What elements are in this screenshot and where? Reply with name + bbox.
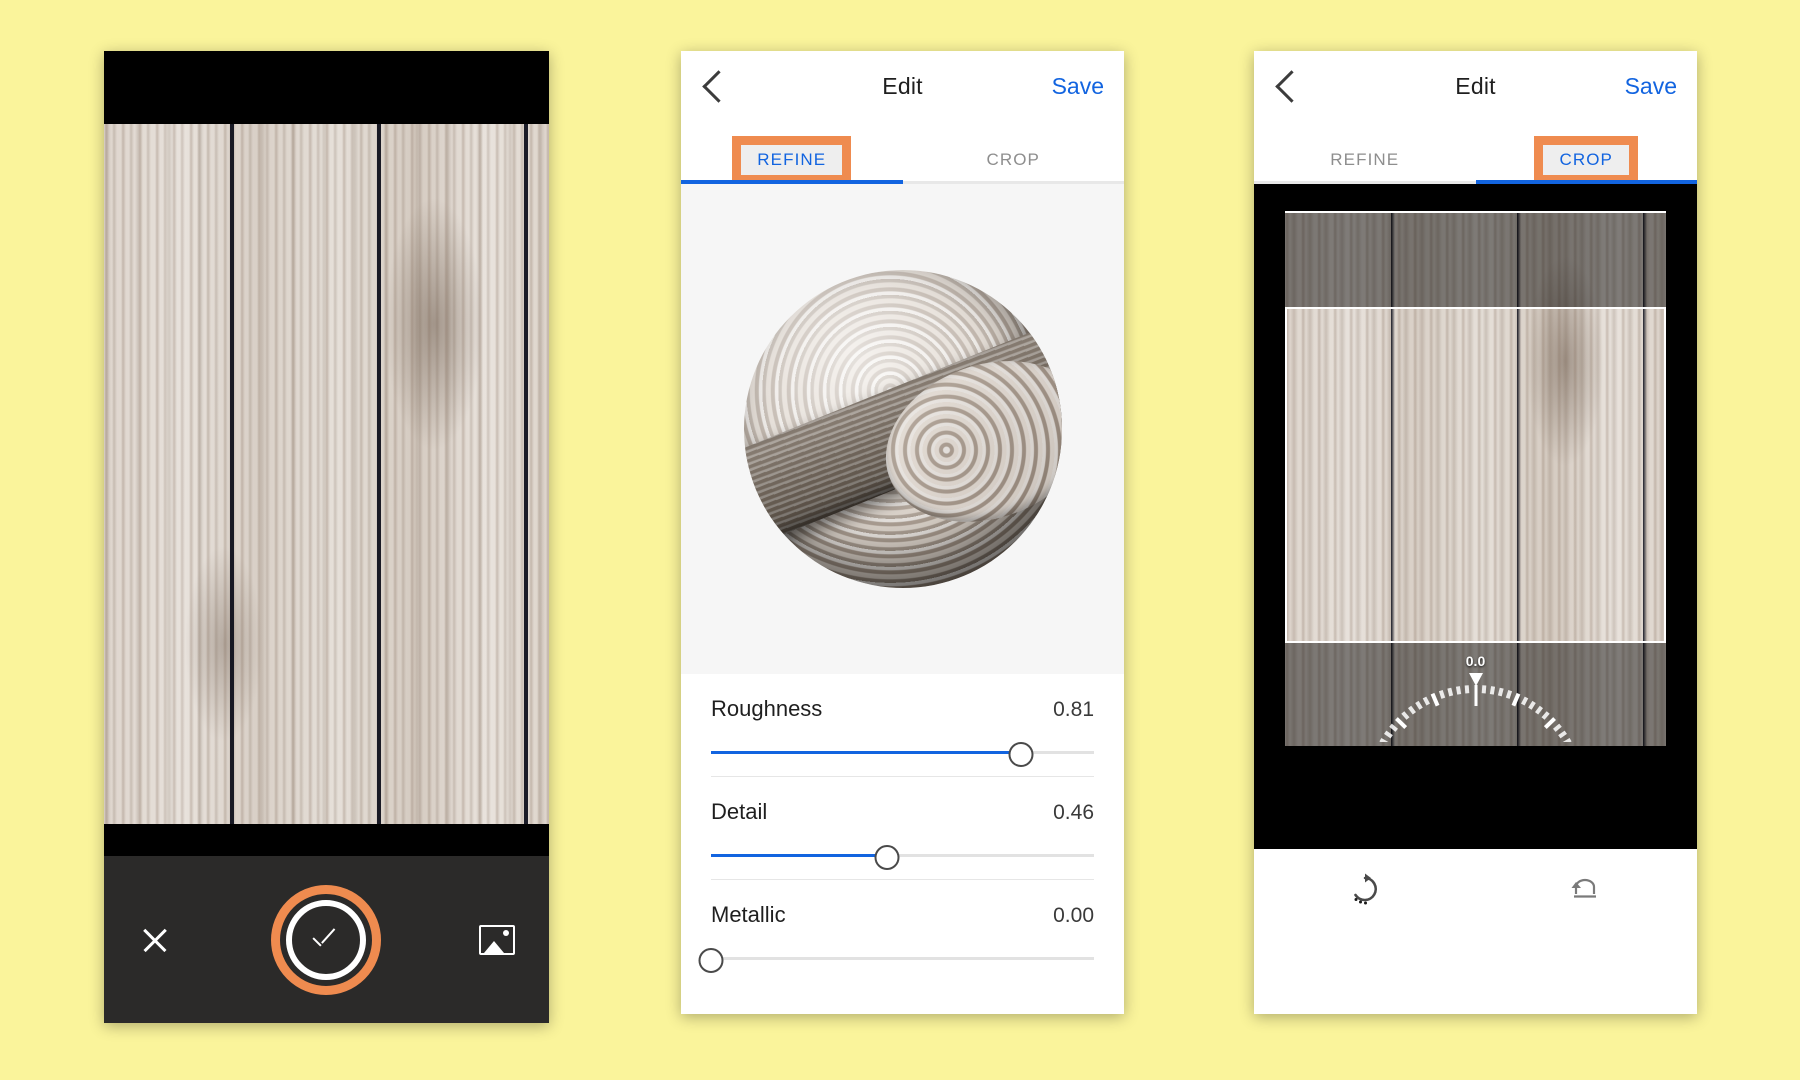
- shutter-inner-ring: [285, 899, 366, 980]
- crop-selection-frame[interactable]: [1285, 307, 1666, 643]
- camera-letterbox-bottom: [104, 824, 549, 856]
- tab-refine[interactable]: REFINE: [1254, 136, 1476, 184]
- tab-refine-label: REFINE: [732, 136, 852, 184]
- tabbar-crop: REFINE CROP: [1254, 136, 1697, 184]
- camera-letterbox-top: [104, 51, 549, 124]
- refine-sliders: Roughness 0.81 Detail 0.46 Metallic 0.00: [681, 674, 1124, 982]
- camera-viewfinder-wood-texture[interactable]: [104, 124, 549, 824]
- camera-controls-bar: [104, 856, 549, 1023]
- tabbar-refine: REFINE CROP: [681, 136, 1124, 184]
- save-button[interactable]: Save: [1625, 73, 1677, 100]
- slider-label-metallic: Metallic: [711, 902, 786, 927]
- slider-detail[interactable]: [711, 845, 1094, 870]
- crop-dim-overlay-top: [1285, 211, 1666, 307]
- tab-crop[interactable]: CROP: [903, 136, 1125, 184]
- slider-fill: [711, 751, 1022, 754]
- rotate-button[interactable]: [1254, 872, 1476, 906]
- rotate-clockwise-icon: [1353, 873, 1377, 905]
- slider-value-detail: 0.46: [1053, 801, 1094, 824]
- slider-value-roughness: 0.81: [1053, 698, 1094, 721]
- slider-fill: [711, 854, 888, 857]
- photo-gallery-icon[interactable]: [479, 924, 515, 955]
- close-x-icon[interactable]: [138, 923, 172, 957]
- reset-undo-icon: [1571, 878, 1597, 898]
- save-button[interactable]: Save: [1052, 73, 1104, 100]
- reset-button[interactable]: [1476, 872, 1698, 906]
- tab-crop-label: CROP: [986, 150, 1041, 169]
- edit-crop-screen: Edit Save REFINE CROP 0.0: [1254, 51, 1697, 1014]
- slider-roughness[interactable]: [711, 742, 1094, 767]
- slider-row-detail: Detail 0.46: [711, 777, 1094, 880]
- material-preview-sphere: [743, 270, 1062, 588]
- slider-row-roughness: Roughness 0.81: [711, 674, 1094, 777]
- crop-toolbar: [1254, 849, 1697, 929]
- material-preview-stage[interactable]: [681, 184, 1124, 674]
- tab-refine[interactable]: REFINE: [681, 136, 903, 184]
- slider-knob-roughness[interactable]: [1008, 742, 1034, 767]
- tab-crop[interactable]: CROP: [1476, 136, 1698, 184]
- slider-knob-detail[interactable]: [874, 845, 900, 870]
- navbar-refine: Edit Save: [681, 51, 1124, 136]
- camera-capture-screen: [104, 51, 549, 1023]
- shutter-confirm-button[interactable]: [270, 884, 381, 995]
- slider-row-metallic: Metallic 0.00: [698, 880, 1094, 982]
- edit-refine-screen: Edit Save REFINE CROP Roughness 0.81 Det…: [681, 51, 1124, 1014]
- crop-dim-overlay-bottom: [1285, 643, 1666, 746]
- checkmark-confirm-icon: [313, 933, 339, 947]
- slider-metallic[interactable]: [698, 948, 1094, 973]
- slider-value-metallic: 0.00: [1053, 904, 1094, 927]
- slider-rail: [711, 957, 1094, 960]
- slider-label-roughness: Roughness: [711, 696, 823, 721]
- tab-crop-label: CROP: [1534, 136, 1638, 184]
- tab-refine-label: REFINE: [1330, 150, 1400, 169]
- crop-photo-top-edge: [1285, 211, 1666, 213]
- slider-label-detail: Detail: [711, 799, 768, 824]
- slider-knob-metallic[interactable]: [698, 948, 724, 973]
- navbar-crop: Edit Save: [1254, 51, 1697, 136]
- crop-stage[interactable]: 0.0: [1254, 184, 1697, 929]
